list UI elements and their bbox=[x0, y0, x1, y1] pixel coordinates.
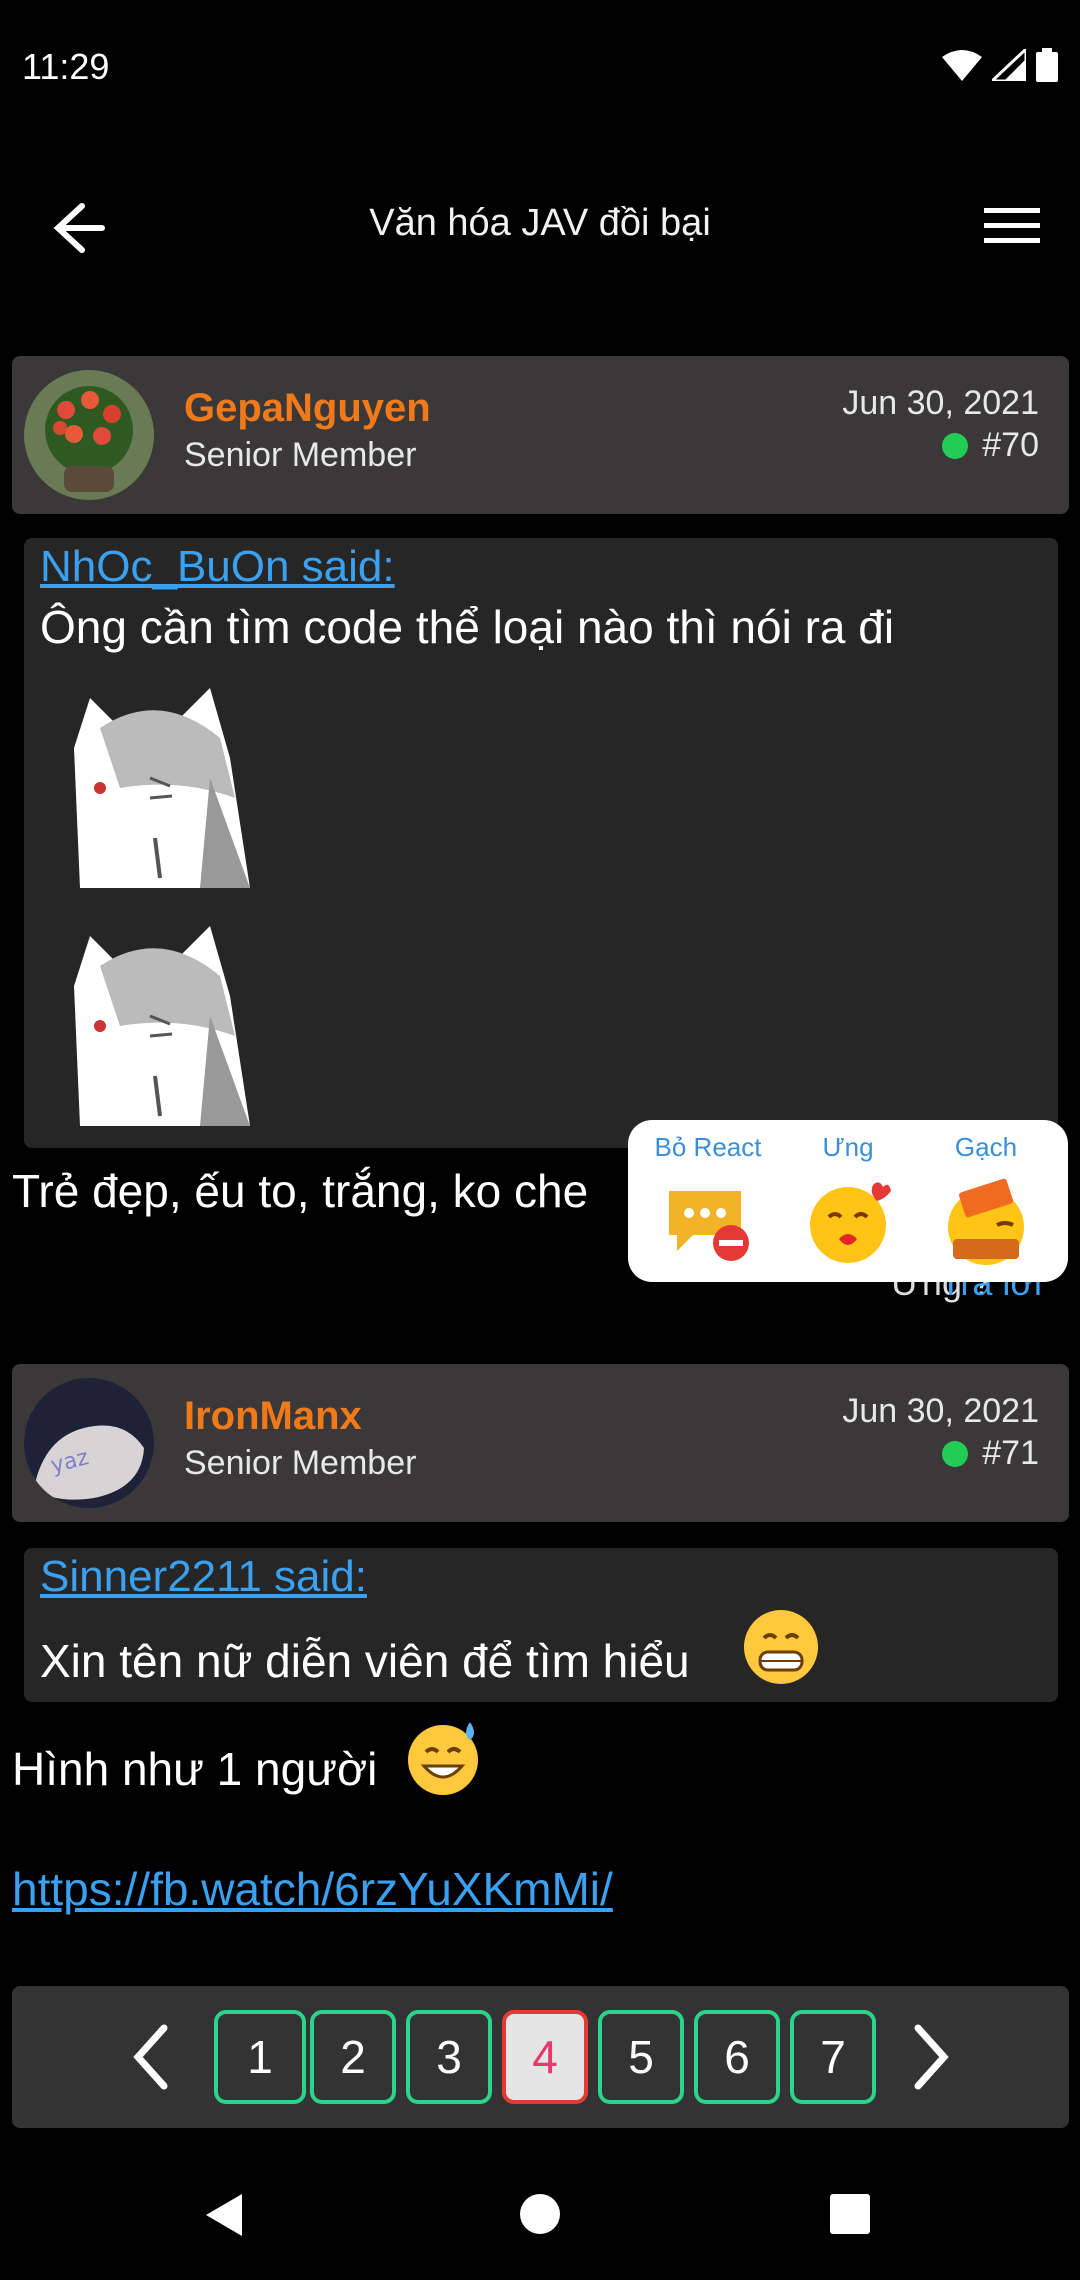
signal-icon bbox=[992, 49, 1026, 81]
quote-block: NhOc_BuOn said: Ông cần tìm code thể loạ… bbox=[24, 538, 1058, 1148]
avatar-image: yaz bbox=[24, 1378, 154, 1508]
post-number[interactable]: #70 bbox=[942, 426, 1039, 465]
nav-recents-icon[interactable] bbox=[828, 2192, 872, 2236]
post-number-text: #71 bbox=[982, 1434, 1039, 1472]
cat-sticker-image bbox=[74, 926, 250, 1126]
page-button-1[interactable]: 1 bbox=[214, 2010, 306, 2104]
app-bar: Văn hóa JAV đồi bại bbox=[0, 176, 1080, 276]
username[interactable]: IronManx bbox=[184, 1394, 362, 1439]
react-label: Bỏ React bbox=[654, 1132, 762, 1162]
wifi-icon bbox=[942, 50, 982, 81]
post-header: yaz IronManx Senior Member Jun 30, 2021 … bbox=[12, 1364, 1069, 1522]
cat-sticker-image bbox=[74, 688, 250, 888]
status-bar: 11:29 bbox=[0, 0, 1080, 136]
page-button-5[interactable]: 5 bbox=[598, 2010, 684, 2104]
quote-author-link[interactable]: NhOc_BuOn said: bbox=[40, 542, 395, 592]
post-header: GepaNguyen Senior Member Jun 30, 2021 #7… bbox=[12, 356, 1069, 514]
page-button-7[interactable]: 7 bbox=[790, 2010, 876, 2104]
previous-page-icon[interactable] bbox=[122, 2020, 182, 2094]
user-role: Senior Member bbox=[184, 1444, 417, 1482]
post-number-text: #70 bbox=[982, 426, 1039, 464]
menu-icon[interactable] bbox=[984, 204, 1040, 248]
status-icons bbox=[942, 48, 1058, 82]
quote-text: Xin tên nữ diễn viên để tìm hiểu bbox=[40, 1635, 690, 1687]
post-body-text: Trẻ đẹp, ếu to, trắng, ko che bbox=[12, 1165, 589, 1217]
page-button-3[interactable]: 3 bbox=[406, 2010, 492, 2104]
post-number[interactable]: #71 bbox=[942, 1434, 1039, 1473]
grin-emoji-icon bbox=[744, 1610, 818, 1684]
system-nav-bar bbox=[0, 2150, 1080, 2280]
react-option-ung[interactable]: Ưng bbox=[778, 1132, 918, 1272]
post-date: Jun 30, 2021 bbox=[842, 384, 1039, 422]
username[interactable]: GepaNguyen bbox=[184, 386, 431, 431]
quote-author-link[interactable]: Sinner2211 said: bbox=[40, 1552, 367, 1602]
nav-home-icon[interactable] bbox=[518, 2192, 562, 2236]
quote-text: Ông cần tìm code thể loại nào thì nói ra… bbox=[40, 601, 895, 653]
post-body-text: Hình như 1 người bbox=[12, 1743, 378, 1795]
page-button-2[interactable]: 2 bbox=[310, 2010, 396, 2104]
react-popup: Bỏ React Ưng Gạch bbox=[628, 1120, 1068, 1282]
online-indicator bbox=[942, 1440, 969, 1467]
avatar[interactable]: yaz bbox=[24, 1378, 154, 1508]
brick-emoji-icon bbox=[948, 1178, 1024, 1265]
avatar[interactable] bbox=[24, 370, 154, 500]
react-option-gach[interactable]: Gạch bbox=[916, 1132, 1056, 1272]
kiss-emoji-icon bbox=[810, 1182, 891, 1263]
sweat-smile-emoji-icon bbox=[408, 1722, 478, 1795]
status-time: 11:29 bbox=[22, 46, 110, 87]
post-external-link[interactable]: https://fb.watch/6rzYuXKmMi/ bbox=[12, 1862, 613, 1916]
avatar-image bbox=[24, 370, 154, 500]
react-option-remove[interactable]: Bỏ React bbox=[638, 1132, 778, 1272]
react-label: Ưng bbox=[822, 1132, 874, 1162]
quote-block: Sinner2211 said: Xin tên nữ diễn viên để… bbox=[24, 1548, 1058, 1702]
page-button-4-current[interactable]: 4 bbox=[502, 2010, 588, 2104]
page-title: Văn hóa JAV đồi bại bbox=[369, 202, 711, 244]
user-role: Senior Member bbox=[184, 436, 417, 474]
page-button-6[interactable]: 6 bbox=[694, 2010, 780, 2104]
battery-icon bbox=[1036, 48, 1058, 82]
pagination-bar: 1 2 3 4 5 6 7 bbox=[12, 1986, 1069, 2128]
next-page-icon[interactable] bbox=[900, 2020, 960, 2094]
react-label: Gạch bbox=[954, 1132, 1018, 1162]
post-date: Jun 30, 2021 bbox=[842, 1392, 1039, 1430]
nav-back-icon[interactable] bbox=[200, 2190, 250, 2240]
remove-react-icon bbox=[669, 1191, 749, 1261]
online-indicator bbox=[942, 432, 969, 459]
